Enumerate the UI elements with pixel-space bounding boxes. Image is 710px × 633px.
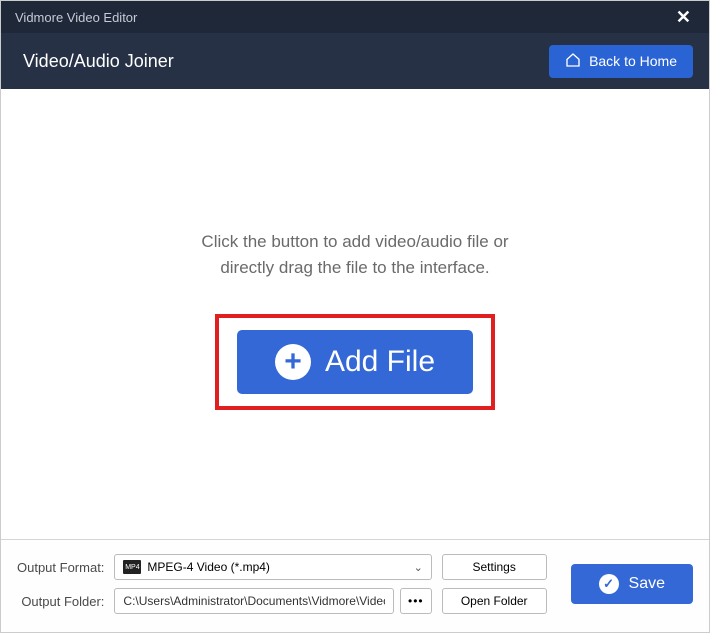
titlebar: Vidmore Video Editor ✕ <box>1 1 709 33</box>
back-home-label: Back to Home <box>589 53 677 69</box>
page-title: Video/Audio Joiner <box>23 51 174 72</box>
check-icon: ✓ <box>599 574 619 594</box>
chevron-down-icon: ⌄ <box>414 561 423 574</box>
instruction-line-2: directly drag the file to the interface. <box>201 255 508 281</box>
subheader: Video/Audio Joiner Back to Home <box>1 33 709 89</box>
close-icon[interactable]: ✕ <box>672 7 695 28</box>
main-dropzone[interactable]: Click the button to add video/audio file… <box>1 89 709 539</box>
home-icon <box>565 52 581 71</box>
add-file-label: Add File <box>325 345 435 379</box>
output-format-value: MPEG-4 Video (*.mp4) <box>147 560 270 574</box>
bottom-panel: Output Format: MP4 MPEG-4 Video (*.mp4) … <box>1 539 709 632</box>
back-home-button[interactable]: Back to Home <box>549 45 693 78</box>
instruction-line-1: Click the button to add video/audio file… <box>201 229 508 255</box>
settings-button[interactable]: Settings <box>442 554 547 580</box>
app-window: Vidmore Video Editor ✕ Video/Audio Joine… <box>0 0 710 633</box>
add-file-highlight: + Add File <box>215 314 495 410</box>
instruction-text: Click the button to add video/audio file… <box>201 229 508 280</box>
open-folder-button[interactable]: Open Folder <box>442 588 547 614</box>
browse-button[interactable]: ••• <box>400 588 432 614</box>
mp4-icon: MP4 <box>123 560 141 574</box>
app-title: Vidmore Video Editor <box>15 10 137 25</box>
save-label: Save <box>629 575 665 593</box>
output-folder-label: Output Folder: <box>17 594 104 609</box>
output-folder-input[interactable] <box>114 588 393 614</box>
output-format-label: Output Format: <box>17 560 104 575</box>
plus-icon: + <box>275 344 311 380</box>
add-file-button[interactable]: + Add File <box>237 330 473 394</box>
output-format-select[interactable]: MP4 MPEG-4 Video (*.mp4) ⌄ <box>114 554 431 580</box>
save-button[interactable]: ✓ Save <box>571 564 693 604</box>
